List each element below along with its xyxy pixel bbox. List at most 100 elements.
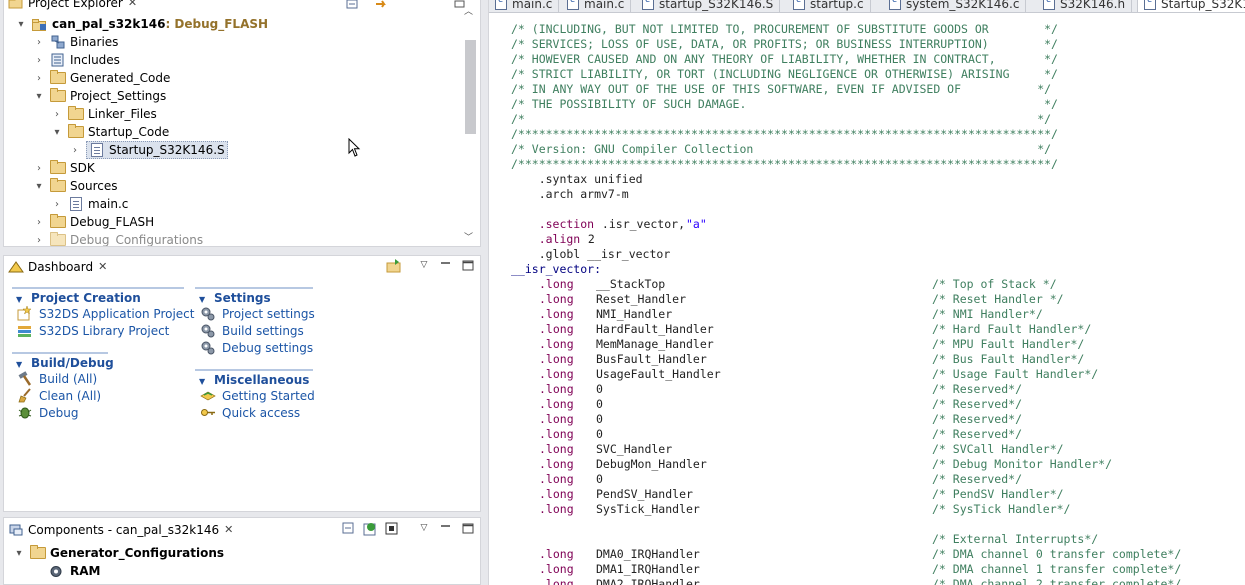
collapse-all-icon[interactable] — [344, 0, 360, 14]
view-menu-icon[interactable]: ▽ — [416, 258, 432, 274]
chevron-right-icon[interactable]: › — [50, 109, 64, 120]
scrollbar-thumb[interactable] — [465, 40, 476, 134]
build-settings-icon — [200, 323, 216, 338]
section-header[interactable]: ▼ Miscellaneous — [195, 369, 313, 387]
code-line: .long SysTick_Handler /* SysTick Handler*/ — [489, 502, 1245, 517]
link-label: Quick access — [222, 405, 301, 420]
scroll-up-icon[interactable]: ︿ — [464, 4, 473, 17]
left-column: Project Explorer ✕ ▾ can_pal_s32k146: D… — [0, 0, 484, 585]
project-explorer-tab[interactable]: Project Explorer ✕ — [4, 0, 141, 13]
collapse-all-icon[interactable] — [340, 521, 356, 537]
section-collapse-icon[interactable]: ▼ — [16, 295, 22, 304]
code-directive: .arch armv7-m — [511, 187, 629, 201]
code-editor: main.c main.c startup_S32K146.S startup.… — [488, 0, 1245, 585]
chevron-right-icon[interactable]: › — [32, 217, 46, 228]
tree-item-linker-files[interactable]: › Linker_Files — [50, 105, 157, 123]
tree-item-generator-configurations[interactable]: ▾ Generator_Configurations — [12, 544, 224, 562]
tree-item-binaries[interactable]: › Binaries — [32, 33, 118, 51]
new-project-icon[interactable] — [386, 258, 402, 274]
section-collapse-icon[interactable]: ▼ — [199, 295, 205, 304]
s32ds-application-project-link[interactable]: S32DS Application Project — [12, 305, 194, 322]
tree-item-ram[interactable]: RAM — [48, 562, 100, 580]
tree-item-debug-configurations[interactable]: › Debug_Configurations — [32, 231, 203, 246]
generate-code-icon[interactable] — [362, 521, 378, 537]
editor-tab-system-s32k146-c[interactable]: system_S32K146.c — [883, 0, 1027, 12]
dashboard-title: Dashboard — [28, 259, 94, 274]
quick-access-link[interactable]: Quick access — [195, 404, 313, 421]
tree-item-project[interactable]: ▾ can_pal_s32k146 : Debug_FLASH — [14, 15, 268, 33]
code-line: /* Version: GNU Compiler Collection */ — [489, 142, 1245, 157]
editor-tab-startup-c[interactable]: startup.c — [787, 0, 871, 12]
components-tab[interactable]: Components - can_pal_s32k146 ✕ — [4, 519, 237, 540]
section-collapse-icon[interactable]: ▼ — [16, 360, 22, 369]
code-keyword: .section — [511, 217, 595, 231]
section-title: Build/Debug — [31, 356, 114, 370]
maximize-icon[interactable] — [460, 521, 476, 537]
chevron-down-icon[interactable]: ▾ — [50, 127, 64, 138]
close-icon[interactable]: ✕ — [224, 523, 233, 536]
minimize-icon[interactable] — [438, 521, 454, 537]
tree-item-sdk[interactable]: › SDK — [32, 159, 95, 177]
tree-item-label: Generated_Code — [70, 71, 171, 85]
section-header[interactable]: ▼ Settings — [195, 287, 313, 305]
tree-item-sources[interactable]: ▾ Sources — [32, 177, 117, 195]
section-header[interactable]: ▼ Project Creation — [12, 287, 184, 305]
components-view: Components - can_pal_s32k146 ✕ ▽ ▾ Gener… — [3, 517, 481, 585]
chevron-down-icon[interactable]: ▾ — [32, 181, 46, 192]
section-collapse-icon[interactable]: ▼ — [199, 377, 205, 386]
editor-tab-startup-s32k146-active[interactable]: Startup_S32K146 — [1137, 0, 1245, 12]
code-symbol: BusFault_Handler — [596, 352, 707, 366]
chevron-right-icon[interactable]: › — [32, 163, 46, 174]
section-header[interactable]: ▼ Build/Debug — [12, 352, 114, 370]
editor-tab-s32k146-h[interactable]: S32K146.h — [1037, 0, 1133, 12]
code-keyword: .long — [539, 307, 574, 321]
tree-item-debug-flash[interactable]: › Debug_FLASH — [32, 213, 154, 231]
getting-started-link[interactable]: Getting Started — [195, 387, 315, 404]
debug-settings-link[interactable]: Debug settings — [195, 339, 313, 356]
chevron-down-icon[interactable]: ▾ — [14, 19, 28, 30]
link-with-editor-icon[interactable] — [374, 0, 390, 14]
view-menu-icon[interactable]: ▽ — [416, 521, 432, 537]
code-comment: /* DMA channel 0 transfer complete*/ — [932, 547, 1182, 561]
selected-file[interactable]: Startup_S32K146.S — [86, 141, 228, 159]
project-settings-link[interactable]: Project settings — [195, 305, 315, 322]
debug-link[interactable]: Debug — [12, 404, 108, 421]
chevron-right-icon[interactable]: › — [68, 145, 82, 156]
components-title: Components - can_pal_s32k146 — [28, 522, 220, 537]
close-icon[interactable]: ✕ — [128, 0, 137, 9]
s32ds-library-project-link[interactable]: S32DS Library Project — [12, 322, 184, 339]
dashboard-tab[interactable]: Dashboard ✕ — [4, 256, 111, 277]
chevron-down-icon[interactable]: ▾ — [32, 91, 46, 102]
code-symbol: PendSV_Handler — [596, 487, 693, 501]
chevron-right-icon[interactable]: › — [32, 73, 46, 84]
minimize-icon[interactable] — [438, 258, 454, 274]
code-text-area[interactable]: /* (INCLUDING, BUT NOT LIMITED TO, PROCU… — [489, 22, 1245, 585]
tree-item-startup-s32k146-s[interactable]: › Startup_S32K146.S — [68, 141, 228, 159]
code-comment: /* PendSV Handler*/ — [932, 487, 1064, 501]
tree-item-main-c[interactable]: › main.c — [50, 195, 128, 213]
close-icon[interactable]: ✕ — [98, 260, 107, 273]
chevron-right-icon[interactable]: › — [50, 199, 64, 210]
folder-icon — [50, 160, 66, 174]
build-all-link[interactable]: Build (All) — [12, 370, 108, 387]
scroll-down-icon[interactable]: ﹀ — [464, 230, 473, 243]
tree-item-generated-code[interactable]: › Generated_Code — [32, 69, 170, 87]
tree-item-includes[interactable]: › Includes — [32, 51, 120, 69]
editor-tab-main-c[interactable]: main.c — [489, 0, 560, 12]
chevron-right-icon[interactable]: › — [32, 37, 46, 48]
chevron-right-icon[interactable]: › — [32, 55, 46, 66]
explorer-scrollbar[interactable]: ︿ ﹀ — [463, 4, 477, 243]
tree-item-startup-code[interactable]: ▾ Startup_Code — [50, 123, 169, 141]
chevron-right-icon[interactable]: › — [32, 235, 46, 246]
tree-item-project-settings[interactable]: ▾ Project_Settings — [32, 87, 166, 105]
editor-tab-startup-s32k146-s[interactable]: startup_S32K146.S — [636, 0, 781, 12]
refresh-components-icon[interactable] — [384, 521, 400, 537]
chevron-down-icon[interactable]: ▾ — [12, 548, 26, 559]
clean-all-link[interactable]: Clean (All) — [12, 387, 108, 404]
build-settings-link[interactable]: Build settings — [195, 322, 313, 339]
link-label: S32DS Library Project — [39, 323, 170, 338]
asm-file-icon — [1144, 0, 1156, 10]
maximize-icon[interactable] — [460, 258, 476, 274]
link-label: Build settings — [222, 323, 304, 338]
editor-tab-main-c-2[interactable]: main.c — [561, 0, 632, 12]
